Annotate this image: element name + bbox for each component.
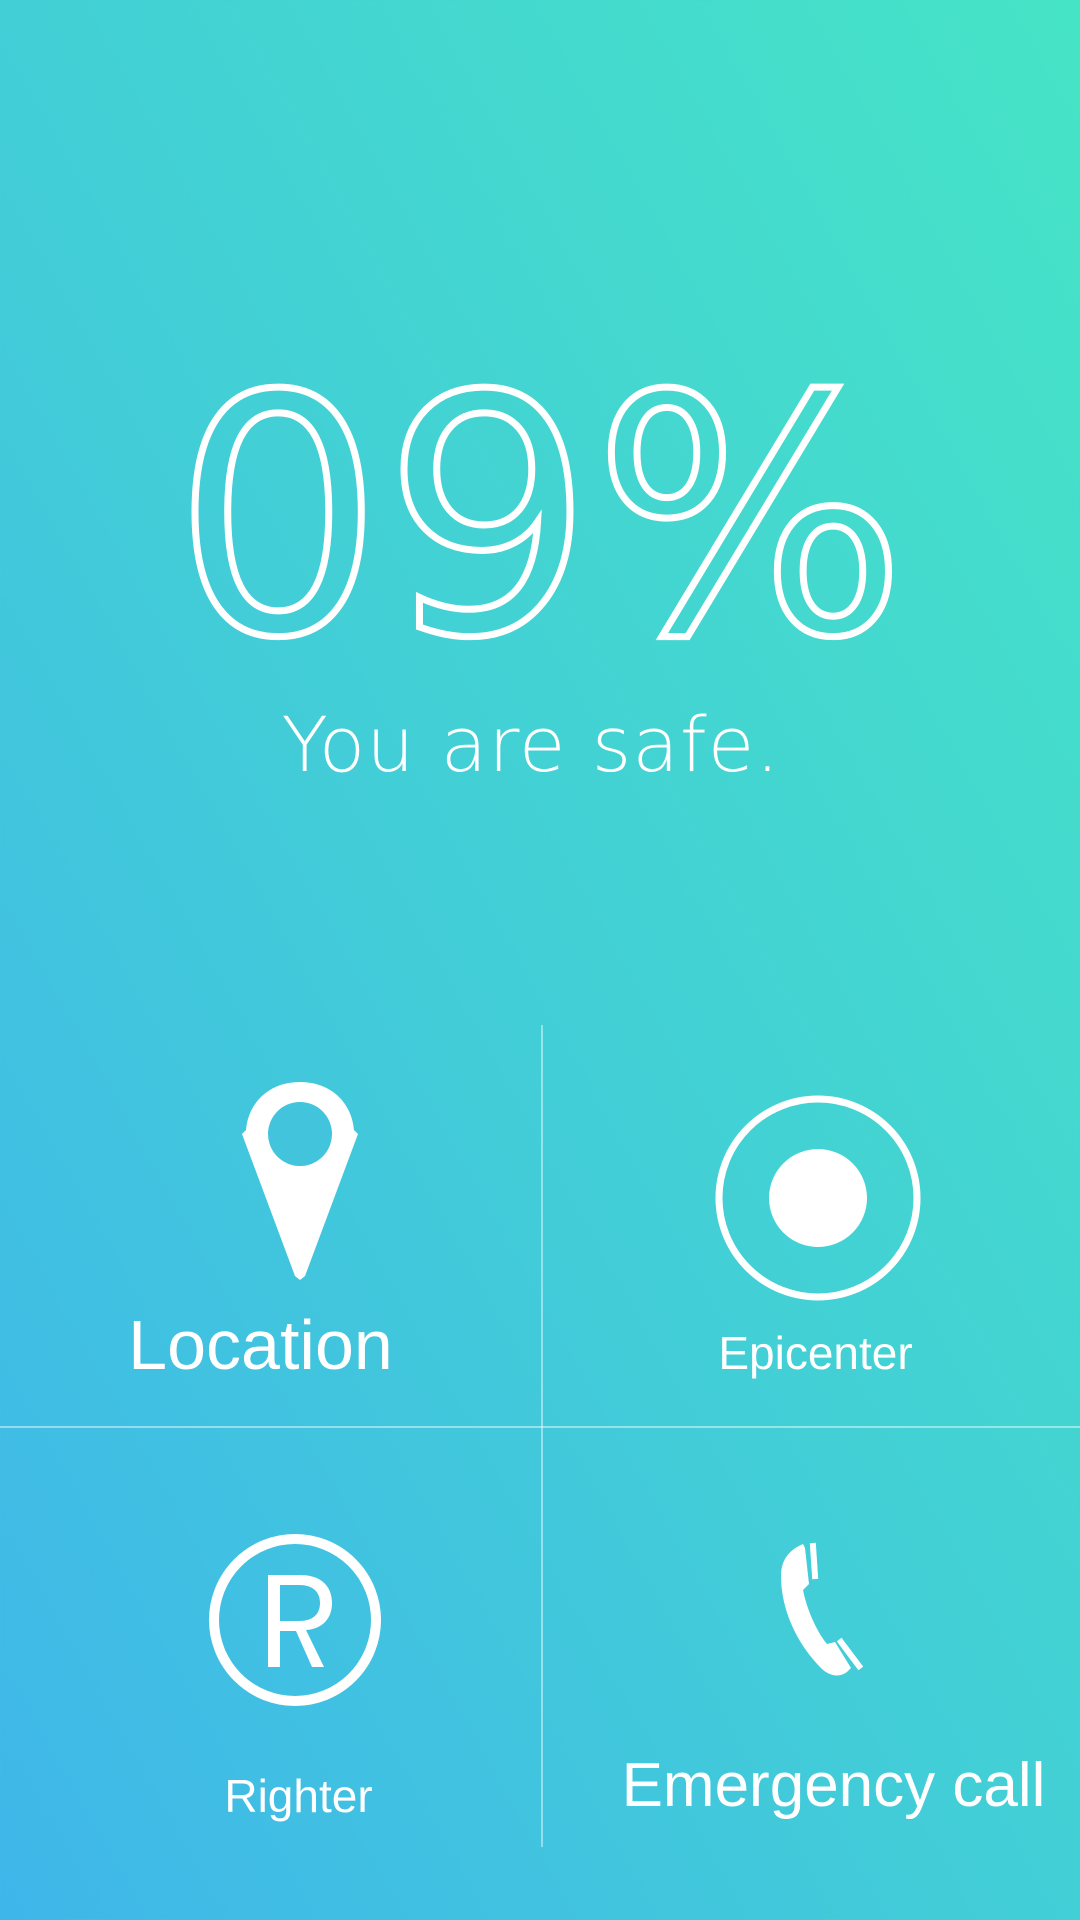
registered-r-icon [206,1531,384,1709]
location-tile[interactable]: Location [0,1025,541,1426]
richter-tile[interactable]: Righter [0,1428,541,1848]
risk-percentage-graphic: 09% [170,360,910,660]
target-icon [713,1093,923,1303]
emergency-call-tile[interactable]: Emergency call [543,1428,1080,1848]
risk-percentage: 09% [0,360,1080,660]
risk-percentage-text: 09% [173,360,906,660]
status-message: You are safe. [281,700,781,789]
phone-icon [779,1538,879,1678]
emergency-call-label: Emergency call [621,1751,1046,1820]
epicenter-label: Epicenter [718,1327,913,1379]
location-label: Location [128,1306,393,1384]
righter-label: Righter [224,1770,373,1822]
location-pin-icon [240,1080,360,1280]
epicenter-tile[interactable]: Epicenter [543,1025,1080,1426]
